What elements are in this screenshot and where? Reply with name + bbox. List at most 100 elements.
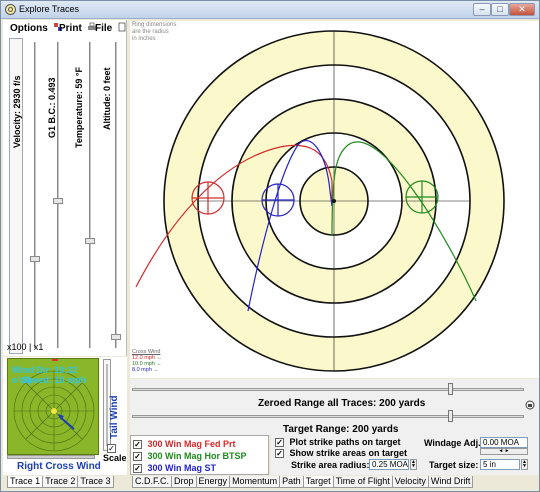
file-menu[interactable]: File (95, 22, 127, 34)
target-plot[interactable]: Ring dimensions are the radius in inches… (130, 21, 539, 378)
tail-wind-label: Tail Wind (109, 395, 120, 439)
show-areas-label: Show strike areas on target (289, 448, 408, 458)
file-icon (118, 22, 126, 32)
range-area: Zeroed Range all Traces: 200 yards Targe… (130, 379, 539, 435)
graph-tabs: C.D.F.C. Drop Energy Momentum Path Target Time… (132, 476, 474, 489)
load-list: ✓ 300 Win Mag Fed Prt ✓ 300 Win Mag Hor … (130, 435, 269, 475)
temperature-track (89, 42, 91, 348)
windage-label: Windage Adj.: (424, 438, 484, 448)
velocity-label: Velocity: 2930 f/s (12, 75, 22, 148)
ring-note-line-1: Ring dimensions (132, 22, 177, 28)
title-bar: Explore Traces – □ ✕ (1, 1, 539, 19)
target-range-track (132, 415, 524, 418)
show-areas-option[interactable]: ✓ Show strike areas on target (275, 448, 407, 458)
lock-icon[interactable] (525, 400, 535, 410)
strike-radius-label: Strike area radius: (291, 460, 370, 470)
temperature-label: Temperature: 59 °F (74, 67, 84, 148)
show-areas-checkbox[interactable]: ✓ (275, 449, 284, 458)
app-icon (5, 4, 16, 15)
print-menu-label: Print (59, 23, 82, 34)
load-item-3[interactable]: ✓ 300 Win Mag ST (133, 463, 216, 473)
ring-note-line-2: are the radius (132, 29, 169, 35)
ring-note-line-3: in inches (132, 36, 156, 42)
tab-momentum[interactable]: Momentum (229, 476, 281, 488)
trace-tabs: Trace 1 Trace 2 Trace 3 (7, 476, 114, 489)
parameter-panel: Options Print File Velocity: 2930 f/s G1… (3, 20, 127, 356)
window-title: Explore Traces (19, 4, 80, 14)
tab-target[interactable]: Target (302, 476, 334, 488)
target-size-label: Target size: (429, 460, 479, 470)
load-2-checkbox[interactable]: ✓ (133, 452, 142, 461)
windage-arrows[interactable]: ◄ ► (480, 448, 528, 455)
legend-item-blue: 8.0 mph ← (132, 367, 159, 373)
minimize-button[interactable]: – (473, 3, 491, 16)
velocity-track (34, 42, 36, 348)
tab-time-of-flight[interactable]: Time of Flight (332, 476, 393, 488)
temperature-slider[interactable]: Temperature: 59 °F (71, 38, 99, 354)
wind-speed-text: Speed: 10 mph (22, 375, 87, 385)
panel-menu-bar: Options Print File (3, 20, 127, 36)
zeroed-range-slider[interactable] (132, 383, 524, 395)
target-size-spinner[interactable]: ▲ ▼ (521, 459, 528, 470)
target-size-input[interactable]: 5 in (480, 459, 520, 470)
load-2-name: 300 Win Mag Hor BTSP (147, 451, 247, 461)
zeroed-range-label: Zeroed Range all Traces: 200 yards (258, 398, 426, 409)
tab-wind-drift[interactable]: Wind Drift (427, 476, 474, 488)
plot-paths-label: Plot strike paths on target (289, 437, 401, 447)
tab-path[interactable]: Path (279, 476, 304, 488)
main-window: Explore Traces – □ ✕ Options Print File … (0, 0, 540, 492)
load-item-1[interactable]: ✓ 300 Win Mag Fed Prt (133, 439, 235, 449)
altitude-thumb[interactable] (111, 334, 121, 340)
zeroed-range-thumb[interactable] (448, 383, 453, 395)
strike-radius-input[interactable]: 0.25 MOA (369, 459, 409, 470)
plot-paths-option[interactable]: ✓ Plot strike paths on target (275, 437, 401, 447)
target-range-label: Target Range: 200 yards (283, 424, 399, 435)
scale-label: Scale (103, 453, 127, 463)
right-cross-wind-label: Right Cross Wind (17, 461, 101, 472)
tab-energy[interactable]: Energy (195, 476, 231, 488)
wind-horizontal-slider[interactable] (7, 455, 95, 459)
scale-checkbox[interactable]: ✓ (107, 444, 116, 453)
tab-trace-3[interactable]: Trace 3 (77, 476, 114, 488)
velocity-slider[interactable]: Velocity: 2930 f/s (9, 38, 43, 354)
target-options: ✓ Plot strike paths on target ✓ Show str… (271, 435, 539, 475)
ring-note: Ring dimensions are the radius in inches (132, 22, 176, 43)
load-3-name: 300 Win Mag ST (147, 463, 216, 473)
bc-label: G1 B.C.: 0.493 (47, 77, 57, 138)
wind-compass[interactable]: Wind Dir: 10:32 o'clk Speed: 10 mph (7, 358, 99, 455)
maximize-button[interactable]: □ (491, 3, 509, 16)
print-menu[interactable]: Print (59, 22, 97, 34)
target-range-slider[interactable] (132, 410, 524, 422)
altitude-slider[interactable]: Altitude: 0 feet (99, 38, 125, 354)
load-1-checkbox[interactable]: ✓ (133, 440, 142, 449)
load-3-checkbox[interactable]: ✓ (133, 464, 142, 473)
target-range-thumb[interactable] (448, 410, 453, 422)
windage-input[interactable]: 0.00 MOA (480, 437, 528, 448)
close-button[interactable]: ✕ (509, 3, 535, 16)
cross-wind-legend: Cross Wind 12.0 mph ← 10.0 mph ← 8.0 mph… (132, 349, 162, 373)
wind-panel: Wind Dir: 10:32 o'clk Speed: 10 mph Tail… (3, 357, 127, 475)
bc-slider[interactable]: G1 B.C.: 0.493 (43, 38, 71, 354)
velocity-thumb[interactable] (30, 256, 40, 262)
tab-velocity[interactable]: Velocity (391, 476, 429, 488)
tab-cdfc[interactable]: C.D.F.C. (132, 476, 173, 488)
wind-direction-arrow (59, 416, 75, 430)
options-menu-label: Options (10, 23, 48, 34)
zoom-toggle[interactable]: x100 | x1 (7, 342, 43, 352)
options-menu[interactable]: Options (10, 22, 63, 34)
tab-trace-1[interactable]: Trace 1 (7, 476, 44, 488)
altitude-label: Altitude: 0 feet (102, 67, 112, 130)
file-menu-label: File (95, 23, 113, 34)
tab-drop[interactable]: Drop (171, 476, 197, 488)
strike-radius-spinner[interactable]: ▲ ▼ (410, 459, 417, 470)
bc-thumb[interactable] (53, 198, 63, 204)
bc-track (57, 42, 59, 348)
altitude-track (115, 42, 117, 348)
zeroed-range-track (132, 388, 524, 391)
target-svg (135, 30, 505, 372)
load-item-2[interactable]: ✓ 300 Win Mag Hor BTSP (133, 451, 246, 461)
plot-paths-checkbox[interactable]: ✓ (275, 438, 284, 447)
temperature-thumb[interactable] (85, 238, 95, 244)
load-1-name: 300 Win Mag Fed Prt (147, 439, 236, 449)
tab-trace-2[interactable]: Trace 2 (42, 476, 79, 488)
